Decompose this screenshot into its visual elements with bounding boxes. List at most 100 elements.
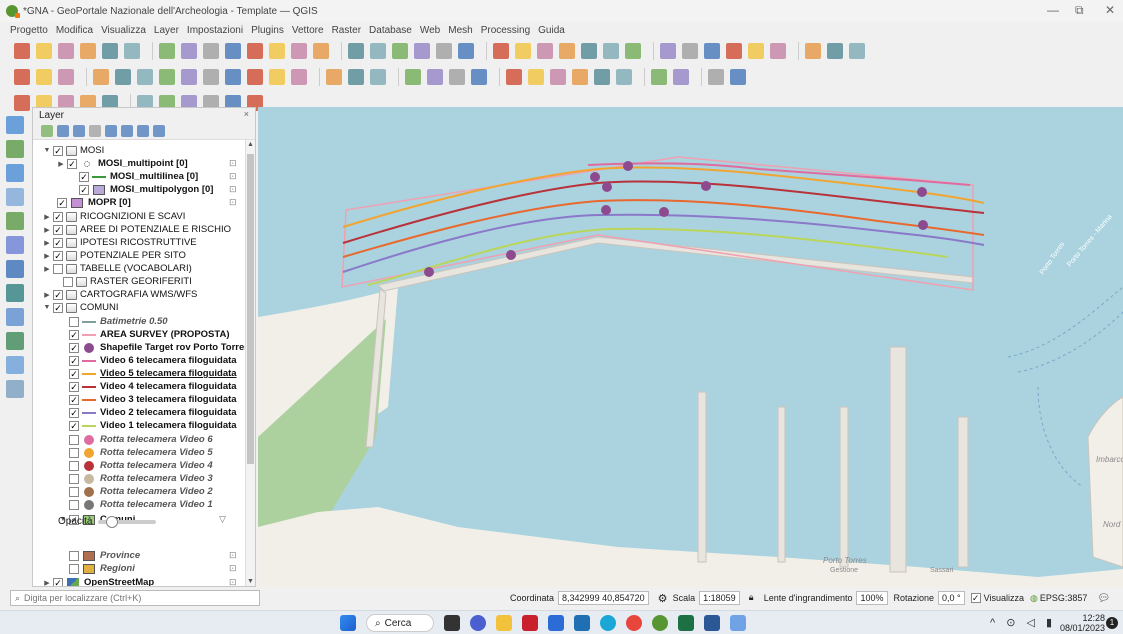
layer-visibility-checkbox[interactable] — [63, 276, 73, 287]
collapse-icon[interactable]: ▼ — [43, 147, 51, 154]
tool-button-icon[interactable] — [14, 95, 30, 111]
chrome-icon[interactable] — [626, 615, 642, 631]
layer-panel-tool-icon[interactable] — [121, 124, 133, 137]
opacity-slider[interactable] — [98, 515, 157, 528]
tool-button-icon[interactable] — [203, 43, 219, 59]
render-checkbox[interactable]: ✓ — [970, 593, 981, 603]
tool-button-icon[interactable] — [449, 69, 465, 85]
tool-button-icon[interactable] — [827, 43, 843, 59]
layer-lock-icon[interactable]: ⊡ — [229, 197, 237, 208]
tool-button-icon[interactable] — [225, 43, 241, 59]
tool-button-icon[interactable] — [370, 43, 386, 59]
tool-button-icon[interactable] — [269, 69, 285, 85]
layer-visibility-checkbox[interactable]: ✓ — [69, 420, 79, 431]
add-layer-tool-icon[interactable] — [6, 188, 24, 206]
tool-button-icon[interactable] — [93, 69, 109, 85]
tool-button-icon[interactable] — [704, 43, 720, 59]
opacity-slider-handle[interactable] — [106, 515, 119, 528]
rotation-field[interactable]: 0,0 ° — [938, 591, 965, 605]
layer-lock-icon[interactable]: ⊡ — [229, 577, 237, 586]
tool-button-icon[interactable] — [849, 43, 865, 59]
add-layer-tool-icon[interactable] — [6, 164, 24, 182]
tool-button-icon[interactable] — [682, 43, 698, 59]
expand-icon[interactable]: ▶ — [43, 291, 51, 299]
map-canvas[interactable]: Porto Torres Gestione Sassari Porto Torr… — [258, 107, 1123, 587]
tool-button-icon[interactable] — [14, 43, 30, 59]
collapse-icon[interactable]: ▼ — [43, 304, 51, 311]
layer-tree-item[interactable]: ▶ ✓ OpenStreetMap — [43, 576, 154, 586]
menu-database[interactable]: Database — [369, 25, 412, 36]
layer-tree-item[interactable]: ✓ Video 4 telecamera filoguidata — [59, 380, 237, 393]
layer-tree-item[interactable]: Rotta telecamera Video 5 — [59, 446, 213, 459]
tool-button-icon[interactable] — [506, 69, 522, 85]
tool-button-icon[interactable] — [247, 69, 263, 85]
layer-tree-item[interactable]: ▼ ✓ COMUNI — [43, 301, 119, 314]
add-layer-tool-icon[interactable] — [6, 116, 24, 134]
layer-lock-icon[interactable]: ⊡ — [229, 563, 237, 574]
layer-visibility-checkbox[interactable] — [69, 316, 79, 327]
tool-button-icon[interactable] — [124, 43, 140, 59]
tool-button-icon[interactable] — [550, 69, 566, 85]
expand-icon[interactable]: ▶ — [57, 160, 65, 168]
menu-mesh[interactable]: Mesh — [448, 25, 472, 36]
scroll-up-icon[interactable]: ▲ — [247, 141, 254, 148]
tool-button-icon[interactable] — [673, 69, 689, 85]
word-icon[interactable] — [704, 615, 720, 631]
mcafee-icon[interactable] — [522, 615, 538, 631]
menu-impostazioni[interactable]: Impostazioni — [187, 25, 243, 36]
add-layer-tool-icon[interactable] — [6, 284, 24, 302]
layer-tree-item[interactable]: ✓ MOSI_multipolygon [0] — [69, 183, 213, 196]
layer-panel-tool-icon[interactable] — [73, 124, 85, 137]
expand-icon[interactable]: ▶ — [43, 252, 51, 260]
system-tray-icons[interactable]: ^ ⊙ ◁ ▮ — [990, 616, 1056, 629]
layer-visibility-checkbox[interactable]: ✓ — [53, 211, 63, 222]
tool-button-icon[interactable] — [80, 43, 96, 59]
tool-button-icon[interactable] — [313, 43, 329, 59]
layer-tree-item[interactable]: ✓ Video 5 telecamera filoguidata — [59, 367, 237, 380]
menu-vettore[interactable]: Vettore — [292, 25, 324, 36]
scrollbar-thumb[interactable] — [247, 154, 254, 464]
layer-tree-item[interactable]: ✓ Video 3 telecamera filoguidata — [59, 393, 237, 406]
tool-button-icon[interactable] — [805, 43, 821, 59]
target-point[interactable] — [623, 161, 633, 171]
minimize-button[interactable]: — — [1047, 3, 1059, 17]
close-panel-icon[interactable]: × — [244, 109, 249, 119]
layer-visibility-checkbox[interactable] — [69, 473, 79, 484]
tool-button-icon[interactable] — [458, 43, 474, 59]
layer-tree-item[interactable]: Rotta telecamera Video 6 — [59, 433, 213, 446]
tool-button-icon[interactable] — [203, 69, 219, 85]
menu-layer[interactable]: Layer — [154, 25, 179, 36]
layer-panel-tool-icon[interactable] — [89, 124, 101, 137]
target-point[interactable] — [601, 205, 611, 215]
tool-button-icon[interactable] — [348, 69, 364, 85]
tool-button-icon[interactable] — [247, 43, 263, 59]
layer-tree-item[interactable]: Rotta telecamera Video 1 — [59, 498, 213, 511]
layer-tree-item[interactable]: ✓ Video 6 telecamera filoguidata — [59, 354, 237, 367]
calculator-icon[interactable] — [574, 615, 590, 631]
crs-label[interactable]: EPSG:3857 — [1040, 593, 1088, 603]
tool-button-icon[interactable] — [594, 69, 610, 85]
lock-scale-icon[interactable]: 🔒︎ — [749, 592, 761, 604]
tool-button-icon[interactable] — [392, 43, 408, 59]
qgis-taskbar-icon[interactable] — [652, 615, 668, 631]
layer-visibility-checkbox[interactable]: ✓ — [53, 224, 63, 235]
layer-tree-scrollbar[interactable]: ▲ ▼ — [245, 140, 255, 586]
layer-visibility-checkbox[interactable]: ✓ — [53, 302, 63, 313]
layer-tree-item[interactable]: Rotta telecamera Video 2 — [59, 485, 213, 498]
expand-icon[interactable]: ▶ — [43, 213, 51, 221]
target-point[interactable] — [917, 187, 927, 197]
layer-visibility-checkbox[interactable]: ✓ — [57, 197, 67, 208]
layer-visibility-checkbox[interactable]: ✓ — [69, 355, 79, 366]
tool-button-icon[interactable] — [36, 43, 52, 59]
tool-button-icon[interactable] — [326, 69, 342, 85]
menu-plugins[interactable]: Plugins — [251, 25, 284, 36]
layer-tree-item[interactable]: ✓ MOPR [0] — [47, 196, 131, 209]
layer-tree-item[interactable]: ✓ Shapefile Target rov Porto Torres — [59, 341, 245, 354]
layer-tree-item[interactable]: Rotta telecamera Video 4 — [59, 459, 213, 472]
layer-visibility-checkbox[interactable]: ✓ — [53, 237, 63, 248]
layer-visibility-checkbox[interactable]: ✓ — [69, 368, 79, 379]
layer-visibility-checkbox[interactable]: ✓ — [53, 577, 63, 586]
layer-visibility-checkbox[interactable]: ✓ — [69, 329, 79, 340]
tool-button-icon[interactable] — [102, 43, 118, 59]
tool-button-icon[interactable] — [269, 43, 285, 59]
